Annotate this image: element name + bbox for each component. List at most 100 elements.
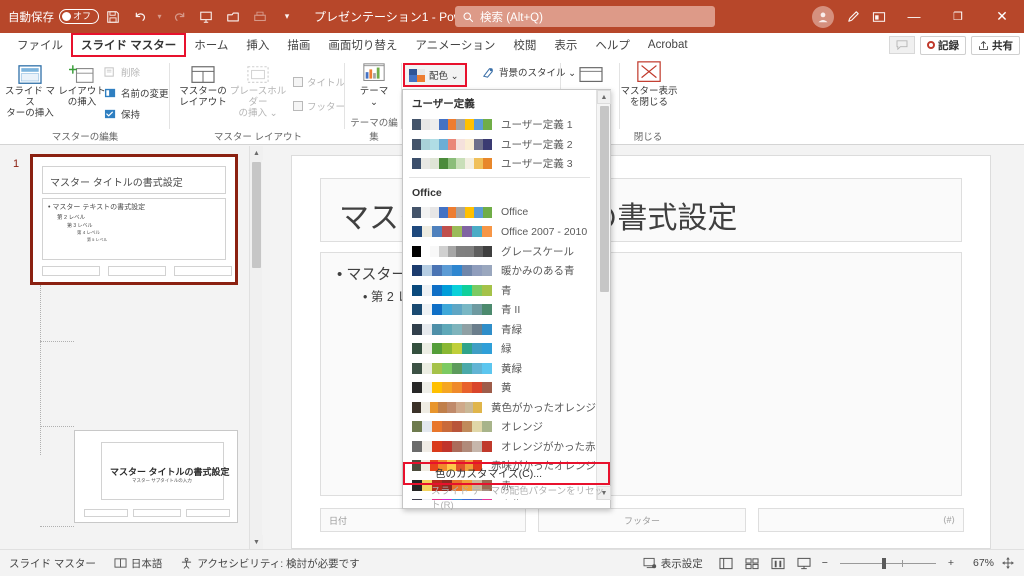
color-scheme-item[interactable]: 青緑 — [403, 320, 596, 340]
reset-theme-colors-command[interactable]: スライド テーマの配色パターンをリセット(R) — [403, 485, 610, 511]
title-checkbox-box — [293, 77, 303, 87]
ribbon-right-actions: 記録 共有 — [889, 33, 1020, 57]
title-checkbox[interactable]: タイトル — [293, 75, 345, 89]
start-slideshow-icon[interactable] — [193, 4, 219, 30]
color-scheme-item[interactable]: Office 2007 - 2010 — [403, 222, 596, 242]
menu-scroll-up-icon[interactable]: ▲ — [597, 90, 611, 104]
color-schemes-dropdown[interactable]: ユーザー定義 ユーザー定義 1 ユーザー定義 2 ユーザー定義 3 Office… — [402, 89, 611, 511]
master-layout-button[interactable]: マスターの レイアウト — [177, 60, 229, 109]
thumbnail-layout-title[interactable]: マスター タイトルの書式設定 マスター サブタイトルの入力 — [74, 430, 238, 523]
print-icon[interactable] — [247, 4, 273, 30]
insert-slide-master-button[interactable]: スライド マス ターの挿入 — [4, 60, 56, 120]
autosave-label: 自動保存 — [8, 11, 54, 24]
color-scheme-item[interactable]: ユーザー定義 2 — [403, 135, 596, 155]
redo-icon[interactable] — [166, 4, 192, 30]
status-accessibility[interactable]: アクセシビリティ: 検討が必要です — [171, 556, 368, 571]
share-button[interactable]: 共有 — [971, 35, 1020, 55]
search-input[interactable]: 検索 (Alt+Q) — [455, 6, 715, 27]
ribbon-display-options-icon[interactable] — [866, 4, 892, 30]
display-settings-button[interactable]: 表示設定 — [634, 556, 712, 571]
menu-scrollbar[interactable]: ▲ ▼ — [596, 90, 611, 500]
normal-view-button[interactable] — [714, 553, 738, 574]
color-scheme-item[interactable]: オレンジ — [403, 417, 596, 437]
color-scheme-label: ユーザー定義 2 — [501, 138, 573, 151]
autosave-toggle[interactable]: オフ — [59, 9, 99, 24]
zoom-slider-thumb[interactable] — [881, 557, 886, 569]
color-schemes-list[interactable]: ユーザー定義 ユーザー定義 1 ユーザー定義 2 ユーザー定義 3 Office… — [403, 90, 596, 500]
slide-sorter-view-button[interactable] — [740, 553, 764, 574]
preserve-button[interactable]: 保持 — [104, 107, 140, 121]
tab-home[interactable]: ホーム — [185, 34, 237, 56]
thumbnail-scrollbar[interactable]: ▲ ▼ — [249, 146, 263, 549]
color-scheme-item[interactable]: 暖かみのある青 — [403, 261, 596, 281]
status-view-name[interactable]: スライド マスター — [0, 556, 105, 571]
footer-checkbox[interactable]: フッター — [293, 99, 345, 113]
color-scheme-item[interactable]: 黄色がかったオレンジ — [403, 398, 596, 418]
tab-animations[interactable]: アニメーション — [406, 34, 504, 56]
close-button[interactable]: ✕ — [980, 0, 1024, 33]
color-scheme-item[interactable]: 黄緑 — [403, 359, 596, 379]
tab-acrobat[interactable]: Acrobat — [639, 36, 697, 54]
undo-icon[interactable] — [127, 4, 153, 30]
thumb2-footer-ph — [133, 509, 181, 517]
tab-file[interactable]: ファイル — [8, 34, 72, 56]
colors-label: 配色 ⌄ — [429, 71, 459, 82]
themes-button[interactable]: テーマ ⌄ — [348, 60, 400, 109]
scroll-up-arrow-icon[interactable]: ▲ — [250, 146, 263, 160]
slide-footer-placeholder[interactable]: フッター — [538, 508, 746, 532]
color-scheme-item[interactable]: 黄 — [403, 378, 596, 398]
color-scheme-item[interactable]: オレンジがかった赤 — [403, 437, 596, 457]
insert-placeholder-button[interactable]: プレースホルダー の挿入 ⌄ — [227, 60, 289, 120]
undo-dropdown-icon[interactable]: ▾ — [154, 4, 165, 30]
slideshow-view-button[interactable] — [792, 553, 816, 574]
thumbnail-scroll-thumb[interactable] — [252, 162, 261, 268]
color-scheme-item[interactable]: 青 — [403, 281, 596, 301]
color-scheme-item[interactable]: Office — [403, 203, 596, 223]
color-swatch — [412, 226, 492, 238]
thumbnail-slide-master[interactable]: マスター タイトルの書式設定 • マスター テキストの書式設定 第 2 レベル … — [30, 154, 238, 285]
slide-date-placeholder[interactable]: 日付 — [320, 508, 526, 532]
record-button[interactable]: 記録 — [920, 35, 966, 55]
zoom-in-button[interactable]: + — [944, 557, 958, 569]
color-scheme-item[interactable]: ユーザー定義 3 — [403, 154, 596, 174]
fit-to-window-button[interactable] — [996, 553, 1020, 574]
tab-transitions[interactable]: 画面切り替え — [319, 34, 406, 56]
color-swatch — [412, 206, 493, 218]
close-master-view-button[interactable]: マスター表示 を閉じる — [620, 60, 678, 109]
menu-scroll-thumb[interactable] — [599, 106, 609, 292]
comments-button[interactable] — [889, 36, 915, 54]
reading-view-button[interactable] — [766, 553, 790, 574]
tab-review[interactable]: 校閲 — [504, 34, 545, 56]
open-icon[interactable] — [220, 4, 246, 30]
tab-help[interactable]: ヘルプ — [586, 34, 639, 56]
color-scheme-label: 青緑 — [501, 323, 522, 336]
colors-button[interactable]: 配色 ⌄ — [403, 63, 467, 87]
tab-slide-master[interactable]: スライド マスター — [70, 33, 187, 57]
tab-insert[interactable]: 挿入 — [237, 34, 278, 56]
draw-pen-icon[interactable] — [840, 4, 866, 30]
slide-number-placeholder[interactable]: ⟨#⟩ — [758, 508, 964, 532]
slide-thumbnail-pane[interactable]: マスター タイトルの書式設定 • マスター テキストの書式設定 第 2 レベル … — [0, 146, 268, 549]
slide-size-button[interactable] — [565, 60, 617, 87]
avatar[interactable] — [812, 5, 834, 28]
zoom-out-button[interactable]: − — [818, 557, 832, 569]
rename-button[interactable]: 名前の変更 — [104, 86, 169, 100]
tab-view[interactable]: 表示 — [545, 34, 586, 56]
minimize-button[interactable]: — — [892, 0, 936, 33]
insert-layout-button[interactable]: レイアウト の挿入 — [56, 60, 108, 109]
status-language[interactable]: 日本語 — [105, 556, 172, 571]
zoom-slider[interactable] — [839, 557, 936, 569]
zoom-level-label[interactable]: 67% — [960, 557, 994, 569]
delete-button[interactable]: 削除 — [104, 65, 140, 79]
thumb2-title-ph: マスター タイトルの書式設定 マスター サブタイトルの入力 — [101, 442, 230, 500]
restore-button[interactable]: ❐ — [936, 0, 980, 33]
color-scheme-item[interactable]: グレースケール — [403, 242, 596, 262]
slide-canvas[interactable]: マスター タイトルの書式設定 • マスター テキストの書式設定 • 第 2 レベ… — [291, 155, 991, 549]
color-scheme-item[interactable]: 青 II — [403, 300, 596, 320]
tab-draw[interactable]: 描画 — [278, 34, 319, 56]
save-icon[interactable] — [100, 4, 126, 30]
color-scheme-item[interactable]: ユーザー定義 1 — [403, 115, 596, 135]
color-scheme-item[interactable]: 緑 — [403, 339, 596, 359]
scroll-down-arrow-icon[interactable]: ▼ — [250, 535, 263, 549]
customize-qat-icon[interactable]: ▾ — [274, 4, 300, 30]
